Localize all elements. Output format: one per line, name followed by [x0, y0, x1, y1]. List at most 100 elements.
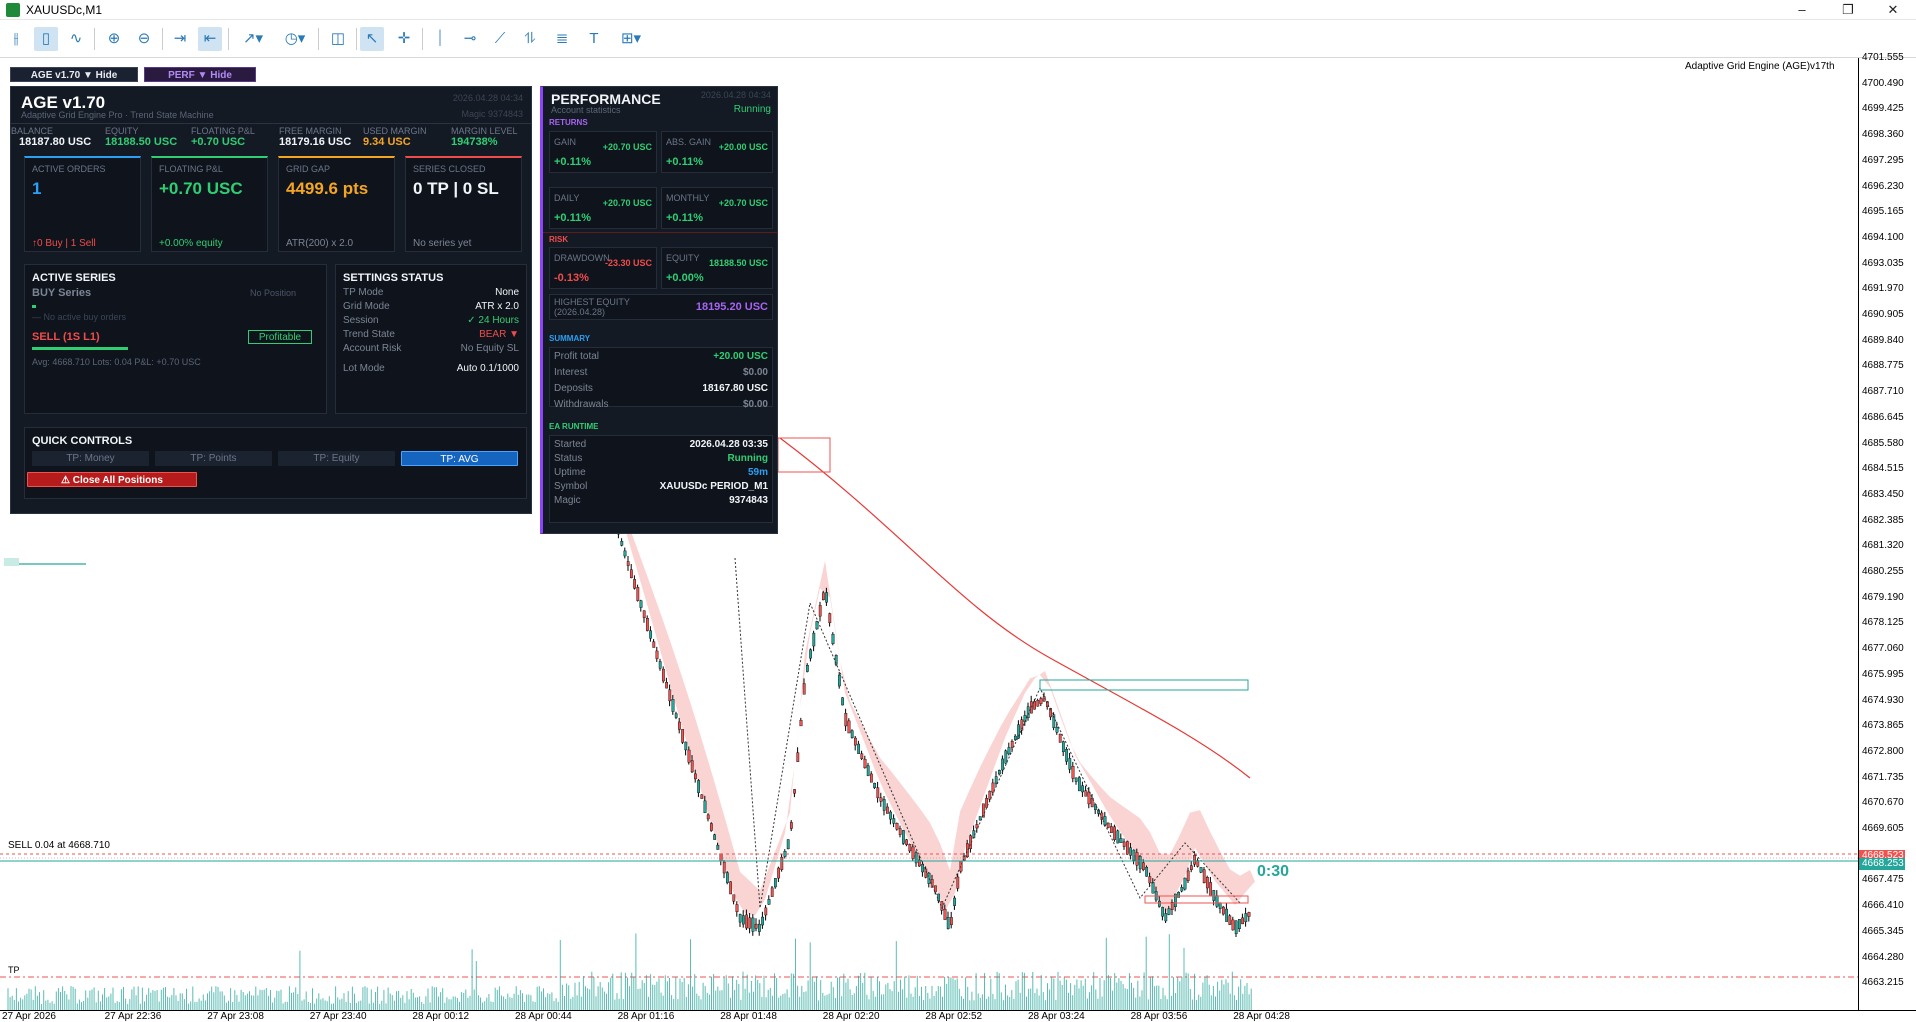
- perf-hide-toggle[interactable]: PERF ▼ Hide: [144, 67, 256, 82]
- candle-body: [1180, 887, 1184, 892]
- price-label: 4677.060: [1862, 643, 1904, 655]
- candle-body: [902, 830, 905, 844]
- candlestick-icon[interactable]: ▯: [34, 27, 58, 51]
- stat-margin-level: MARGIN LEVEL 194738%: [451, 126, 518, 148]
- highest-equity: HIGHEST EQUITY (2026.04.28) 18195.20 USC: [549, 294, 773, 320]
- text-icon[interactable]: T: [582, 27, 606, 51]
- candle-body: [802, 683, 806, 695]
- candle-body: [1209, 882, 1213, 896]
- perf-state: Running: [733, 104, 771, 115]
- fibonacci-icon[interactable]: ≣: [550, 27, 574, 51]
- horizontal-line-icon[interactable]: ⊸: [458, 27, 482, 51]
- price-label: 4697.295: [1862, 154, 1904, 166]
- age-magic: Magic 9374843: [461, 109, 523, 119]
- candle-body: [735, 904, 739, 912]
- candle-body: [758, 923, 761, 932]
- tp-points-button[interactable]: TP: Points: [155, 451, 272, 466]
- candle-body: [863, 758, 867, 769]
- candle-body: [831, 633, 835, 644]
- age-hide-toggle[interactable]: AGE v1.70 ▼ Hide: [10, 67, 138, 82]
- candle-body: [1228, 915, 1232, 925]
- candle-body: [1167, 908, 1171, 915]
- candle-body: [1148, 876, 1152, 884]
- card-active-orders: ACTIVE ORDERS 1 ↑0 Buy | 1 Sell: [24, 156, 141, 252]
- tp-equity-button[interactable]: TP: Equity: [278, 451, 395, 466]
- candle-body: [1177, 891, 1181, 898]
- candle-body: [726, 872, 729, 883]
- maximize-button[interactable]: ❐: [1825, 0, 1871, 20]
- trendline-icon[interactable]: ⟋: [488, 27, 512, 51]
- candle-body: [998, 770, 1001, 775]
- line-chart-icon[interactable]: ∿: [64, 27, 88, 51]
- channel-icon[interactable]: ⥮: [518, 27, 542, 51]
- price-label: 4663.215: [1862, 977, 1904, 989]
- candle-body: [1065, 749, 1069, 762]
- candle-body: [722, 861, 726, 874]
- close-all-button[interactable]: ⚠ Close All Positions: [27, 472, 197, 487]
- card-floating-pl: FLOATING P&L +0.70 USC +0.00% equity: [151, 156, 268, 252]
- candle-body: [700, 794, 704, 799]
- candle-body: [1055, 727, 1059, 733]
- candle-body: [953, 897, 957, 906]
- candle-body: [943, 908, 947, 920]
- candle-body: [860, 753, 864, 759]
- chart-shift-icon[interactable]: ⇤: [198, 27, 222, 51]
- tp-money-button[interactable]: TP: Money: [32, 451, 149, 466]
- stat-free-margin: FREE MARGIN 18179.16 USC: [279, 126, 352, 148]
- period-icon[interactable]: ◷▾: [278, 27, 312, 51]
- time-scale[interactable]: 27 Apr 2026 27 Apr 22:36 27 Apr 23:08 27 Ap…: [0, 1010, 1916, 1022]
- runtime-box: Started 2026.04.28 03:35 Status Running …: [549, 435, 773, 523]
- candle-body: [1205, 877, 1209, 889]
- price-label: 4683.450: [1862, 488, 1904, 500]
- candle-body: [1247, 912, 1251, 917]
- candle-body: [841, 697, 845, 706]
- candle-body: [671, 699, 675, 712]
- price-label: 4687.710: [1862, 386, 1904, 398]
- candle-body: [1058, 733, 1062, 743]
- candle-body: [1014, 735, 1017, 740]
- candle-body: [876, 787, 880, 799]
- app-icon: [6, 2, 20, 17]
- candle-body: [1183, 877, 1187, 890]
- candle-body: [793, 789, 797, 794]
- candle-body: [665, 682, 669, 689]
- screenshot-icon[interactable]: ◫: [326, 27, 350, 51]
- cursor-icon[interactable]: ↖: [360, 27, 384, 51]
- candle-body: [754, 923, 758, 929]
- stat-floating: FLOATING P&L +0.70 USC: [191, 126, 255, 148]
- stat-used-margin: USED MARGIN 9.34 USC: [363, 126, 427, 148]
- candle-body: [850, 730, 854, 738]
- candle-body: [1068, 758, 1072, 770]
- bar-chart-icon[interactable]: ⫲: [4, 27, 28, 51]
- zoom-out-icon[interactable]: ⊖: [132, 27, 156, 51]
- price-label: 4700.490: [1862, 77, 1904, 89]
- candle-body: [745, 914, 749, 929]
- candle-body: [786, 839, 790, 850]
- candle-body: [1081, 785, 1085, 793]
- zoom-in-icon[interactable]: ⊕: [102, 27, 126, 51]
- candle-body: [895, 823, 899, 830]
- candle-body: [697, 780, 701, 793]
- candle-body: [844, 713, 848, 727]
- close-button[interactable]: ✕: [1870, 0, 1916, 20]
- candle-body: [1202, 869, 1206, 884]
- candle-body: [1151, 882, 1155, 894]
- time-label: 27 Apr 2026: [2, 1011, 56, 1022]
- crosshair-icon[interactable]: ✛: [392, 27, 416, 51]
- candle-body: [1113, 826, 1117, 840]
- bid-price-badge: 4668.253: [1859, 858, 1905, 870]
- indicators-icon[interactable]: ↗▾: [236, 27, 270, 51]
- autoscroll-icon[interactable]: ⇥: [168, 27, 192, 51]
- candle-body: [889, 811, 893, 820]
- time-label: 28 Apr 03:56: [1130, 1011, 1188, 1022]
- price-label: 4673.865: [1862, 720, 1904, 732]
- candle-body: [1234, 920, 1238, 934]
- profitable-badge: Profitable: [248, 330, 312, 344]
- tp-avg-button[interactable]: TP: AVG: [401, 451, 518, 466]
- candle-body: [668, 689, 672, 702]
- vertical-line-icon[interactable]: ⏐: [428, 27, 452, 51]
- shapes-icon[interactable]: ⊞▾: [614, 27, 648, 51]
- minimize-button[interactable]: –: [1779, 0, 1825, 20]
- candle-body: [630, 569, 633, 578]
- candle-body: [703, 800, 707, 813]
